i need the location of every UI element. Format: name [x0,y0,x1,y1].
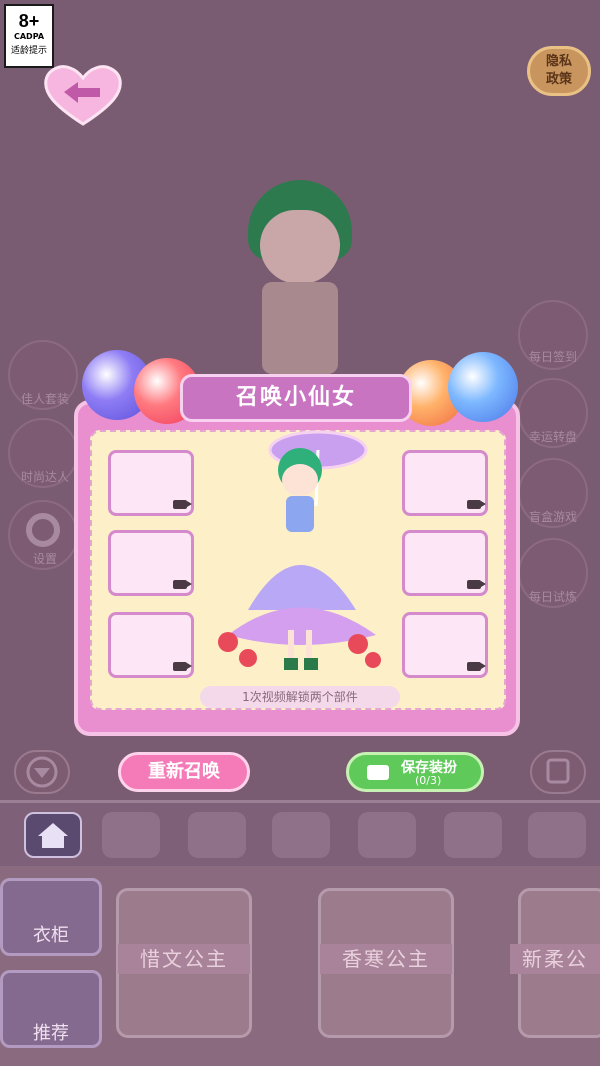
tab-eyes[interactable] [272,812,330,858]
scroll-down-button[interactable] [14,750,70,794]
item-slot-shoes[interactable] [402,612,488,678]
lucky-wheel-label: 幸运转盘 [528,430,577,444]
video-icon [467,500,486,509]
tab-home[interactable] [24,812,82,858]
recommend-button[interactable]: 推荐 [0,970,102,1048]
video-icon [467,580,486,589]
age-rating-org: CADPA [13,32,45,41]
save-outfit-button[interactable]: 保存装扮 (0/3) [346,752,484,792]
resummon-button[interactable]: 重新召唤 [118,752,250,792]
outfit-card-label: 惜文公主 [118,944,250,974]
privacy-line2: 政策 [545,72,572,87]
item-slot-necklace[interactable] [108,450,194,516]
character-face [260,210,340,284]
wardrobe-button[interactable]: 衣柜 [0,878,102,956]
save-outfit-count: (0/3) [415,774,442,787]
privacy-line1: 隐私 [545,54,572,69]
daily-trial-label: 每日试炼 [528,590,577,604]
item-slot-eyes[interactable] [402,450,488,516]
fairy-character-illustration [208,430,388,680]
home-icon [38,823,68,848]
blind-box-label: 盲盒游戏 [528,510,577,524]
dialog-title: 召唤小仙女 [180,374,412,422]
recommend-label: 推荐 [33,1023,69,1044]
privacy-policy-button[interactable]: 隐私 政策 [527,46,591,96]
save-icon [546,758,570,784]
item-slot-dress[interactable] [402,530,488,596]
age-rating-badge: 8+ CADPA 适龄提示 [4,4,54,68]
chevron-down-icon [26,756,58,788]
video-icon [467,662,486,671]
tab-hair-back[interactable] [528,812,586,858]
back-button[interactable] [42,64,124,128]
outfit-card-label: 新柔公 [510,944,600,974]
save-outfit-icon-button[interactable] [530,750,586,794]
tab-hair-front[interactable] [444,812,502,858]
tab-face[interactable] [102,812,160,858]
video-icon [173,662,192,671]
character-body [262,282,338,374]
balloon-icon [448,352,518,422]
wardrobe-label: 衣柜 [33,925,69,946]
tab-mouth[interactable] [358,812,416,858]
item-slot-crown[interactable] [108,530,194,596]
video-icon [367,765,389,780]
video-icon [173,500,192,509]
daily-checkin-label: 每日签到 [528,350,577,364]
outfit-card-label: 香寒公主 [320,944,452,974]
back-heart-icon [44,65,122,126]
age-rating-number: 8+ [18,11,40,31]
video-icon [173,580,192,589]
outfit-set-label: 佳人套装 [20,392,69,406]
unlock-hint: 1次视频解锁两个部件 [200,686,400,708]
tab-head[interactable] [188,812,246,858]
age-rating-tip: 适龄提示 [10,46,47,56]
item-slot-bow[interactable] [108,612,194,678]
